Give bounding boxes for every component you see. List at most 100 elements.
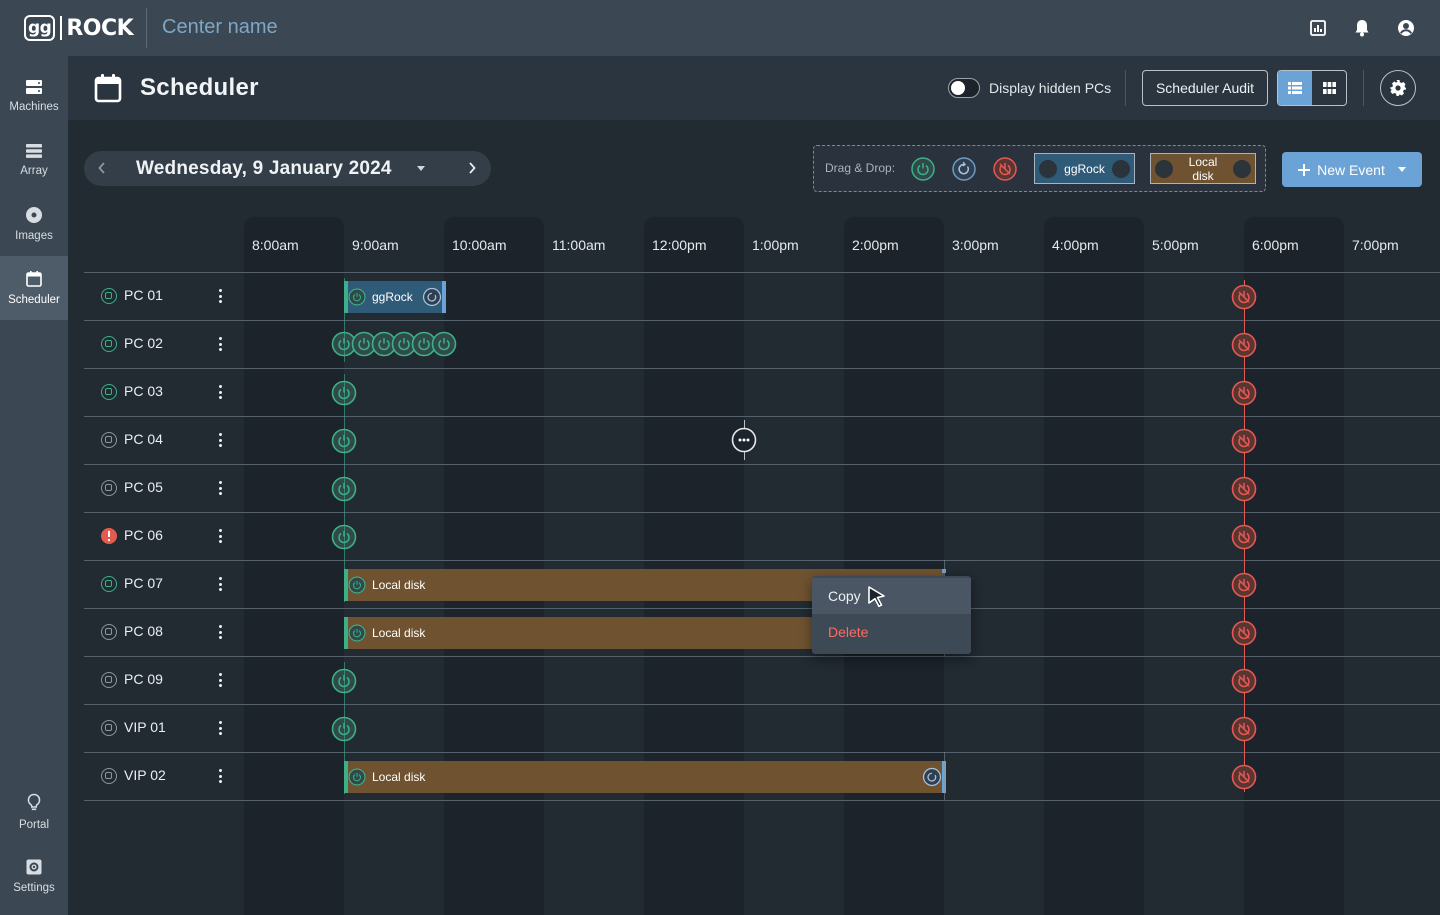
machines-icon	[26, 80, 42, 94]
machine-status-icon	[101, 384, 117, 400]
shutdown-event-icon[interactable]	[1231, 428, 1257, 454]
machine-name: PC 04	[124, 431, 163, 447]
chevron-down-icon[interactable]	[417, 166, 425, 171]
event-end-handle[interactable]	[442, 281, 446, 313]
scheduler-audit-button[interactable]: Scheduler Audit	[1142, 70, 1268, 106]
row-separator	[84, 464, 1440, 465]
row-menu-icon[interactable]	[216, 479, 224, 497]
scheduler-settings-button[interactable]	[1380, 70, 1416, 106]
timeline-column-band	[444, 217, 544, 915]
shutdown-event-icon[interactable]	[1231, 572, 1257, 598]
delete-menu-item[interactable]: Delete	[812, 614, 971, 650]
row-separator	[84, 416, 1440, 417]
shutdown-event-icon[interactable]	[1231, 332, 1257, 358]
row-menu-icon[interactable]	[216, 671, 224, 689]
time-label: 7:00pm	[1352, 237, 1399, 253]
disc-icon	[26, 207, 42, 223]
shutdown-event-icon[interactable]	[1231, 476, 1257, 502]
more-options-icon[interactable]	[731, 427, 757, 453]
time-label: 12:00pm	[652, 237, 707, 253]
report-icon[interactable]	[1308, 18, 1328, 38]
sidebar-item-array[interactable]: Array	[0, 128, 68, 192]
display-hidden-toggle[interactable]	[948, 78, 980, 98]
center-name[interactable]: Center name	[162, 16, 278, 39]
row-menu-icon[interactable]	[216, 623, 224, 641]
new-event-button[interactable]: New Event	[1282, 152, 1422, 187]
row-separator	[84, 512, 1440, 513]
shutdown-event-icon[interactable]	[1231, 764, 1257, 790]
chip-handle	[1112, 159, 1130, 178]
gear-icon	[1390, 80, 1406, 96]
local-disk-event-bar[interactable]: Local disk	[344, 761, 944, 793]
list-icon	[1288, 82, 1302, 94]
timeline-column-band	[1244, 217, 1344, 915]
app-logo[interactable]: gg ROCK	[24, 12, 134, 44]
sidebar-item-label: Portal	[18, 819, 50, 831]
restart-icon[interactable]	[422, 287, 442, 307]
row-separator	[84, 656, 1440, 657]
row-menu-icon[interactable]	[216, 767, 224, 785]
machine-status-icon	[101, 288, 117, 304]
row-separator	[84, 320, 1440, 321]
sidebar: Machines Array Images Scheduler Portal S…	[0, 56, 68, 915]
time-label: 3:00pm	[952, 237, 999, 253]
shutdown-event-icon[interactable]	[1231, 524, 1257, 550]
machine-row: VIP 01	[84, 704, 244, 752]
list-view-button[interactable]	[1278, 71, 1312, 105]
restart-icon[interactable]	[952, 157, 976, 181]
machine-name: PC 06	[124, 527, 163, 543]
row-menu-icon[interactable]	[216, 431, 224, 449]
sidebar-item-images[interactable]: Images	[0, 192, 68, 256]
sidebar-item-label: Array	[20, 165, 48, 177]
power-on-icon[interactable]	[911, 157, 935, 181]
machine-status-icon	[101, 480, 117, 496]
row-separator	[84, 752, 1440, 753]
row-menu-icon[interactable]	[216, 335, 224, 353]
timeline-column-band	[1044, 217, 1144, 915]
bell-icon[interactable]	[1352, 18, 1372, 38]
time-label: 5:00pm	[1152, 237, 1199, 253]
restart-icon[interactable]	[922, 767, 942, 787]
machine-status-icon	[101, 768, 117, 784]
timeline-column-band	[644, 217, 744, 915]
sidebar-item-scheduler[interactable]: Scheduler	[0, 256, 68, 320]
current-date[interactable]: Wednesday, 9 January 2024	[136, 158, 392, 180]
shutdown-event-icon[interactable]	[1231, 620, 1257, 646]
sidebar-item-label: Images	[15, 230, 53, 242]
machine-name: PC 02	[124, 335, 163, 351]
grid-view-button[interactable]	[1312, 71, 1346, 105]
machine-row: PC 06	[84, 512, 244, 560]
ggrock-boot-chip[interactable]: ggRock	[1034, 153, 1135, 184]
user-icon[interactable]	[1396, 18, 1416, 38]
copy-menu-item[interactable]: Copy	[812, 578, 971, 614]
date-navigator: Wednesday, 9 January 2024	[84, 151, 491, 186]
event-label: Local disk	[372, 770, 426, 784]
row-menu-icon[interactable]	[216, 527, 224, 545]
machine-name: VIP 01	[124, 719, 166, 735]
row-menu-icon[interactable]	[216, 575, 224, 593]
chevron-right-icon	[469, 162, 476, 174]
power-on-icon	[348, 576, 366, 594]
shutdown-event-icon[interactable]	[1231, 668, 1257, 694]
row-menu-icon[interactable]	[216, 719, 224, 737]
shutdown-icon[interactable]	[993, 157, 1017, 181]
event-timeline	[944, 752, 945, 800]
next-day-button[interactable]	[463, 159, 481, 177]
row-menu-icon[interactable]	[216, 383, 224, 401]
prev-day-button[interactable]	[93, 159, 111, 177]
row-separator	[84, 608, 1440, 609]
settings-icon	[26, 859, 42, 875]
sidebar-item-portal[interactable]: Portal	[0, 780, 68, 844]
shutdown-event-icon[interactable]	[1231, 284, 1257, 310]
array-icon	[26, 144, 42, 158]
sidebar-item-machines[interactable]: Machines	[0, 64, 68, 128]
shutdown-event-icon[interactable]	[1231, 380, 1257, 406]
shutdown-event-icon[interactable]	[1231, 716, 1257, 742]
machine-status-icon	[101, 432, 117, 448]
machine-status-icon	[101, 624, 117, 640]
power-on-icon[interactable]	[431, 331, 457, 357]
sidebar-item-settings[interactable]: Settings	[0, 844, 68, 908]
machine-status-icon	[101, 336, 117, 352]
local-disk-boot-chip[interactable]: Local disk	[1150, 153, 1256, 184]
row-menu-icon[interactable]	[216, 287, 224, 305]
